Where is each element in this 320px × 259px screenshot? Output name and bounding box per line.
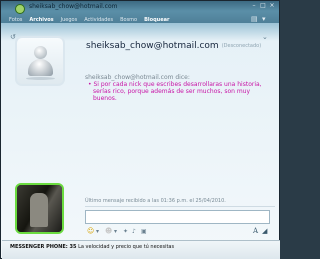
- user-icon-head: [34, 46, 47, 59]
- own-avatar[interactable]: [15, 183, 64, 234]
- contact-header: sheiksab_chow@hotmail.com (Desconectado): [86, 41, 261, 51]
- window-controls: – □ ×: [251, 3, 275, 9]
- smiley-dropdown-icon[interactable]: ▾: [96, 228, 103, 235]
- contact-email: sheiksab_chow@hotmail.com: [86, 41, 219, 51]
- ad-text[interactable]: MESSENGER PHONE: 35 La velocidad y preci…: [10, 244, 174, 250]
- user-icon: [28, 59, 53, 76]
- voice-icon[interactable]: ♪: [132, 228, 139, 235]
- smiley-icon[interactable]: ☺: [87, 228, 94, 235]
- wink-dropdown-icon[interactable]: ▾: [114, 228, 121, 235]
- ad-bar[interactable]: MESSENGER PHONE: 35 La velocidad y preci…: [2, 240, 280, 259]
- sender-line: sheiksab_chow@hotmail.com dice:: [85, 74, 190, 81]
- menu-right-icons: ▤ ▾: [251, 16, 269, 23]
- conversation-area: sheiksab_chow@hotmail.com dice: • Si por…: [85, 74, 271, 102]
- color-icon[interactable]: ◢: [262, 227, 270, 235]
- font-icon[interactable]: A: [253, 227, 260, 235]
- image-icon[interactable]: ▣: [141, 228, 148, 235]
- dropdown-icon[interactable]: ⌄: [262, 33, 270, 41]
- title-bar: sheiksab_chow@hotmail.com – □ ×: [1, 1, 279, 15]
- options-icon[interactable]: ▾: [262, 16, 269, 23]
- ad-number: 35: [69, 244, 77, 250]
- ad-prefix: MESSENGER PHONE:: [10, 244, 70, 250]
- contact-status: (Desconectado): [221, 43, 262, 49]
- menu-fotos[interactable]: Fotos: [9, 15, 22, 25]
- close-icon[interactable]: ×: [269, 3, 275, 9]
- contact-avatar[interactable]: [15, 36, 65, 86]
- ad-body: La velocidad y precio que tú necesitas: [76, 244, 175, 250]
- menu-juegos[interactable]: Juegos: [61, 15, 78, 25]
- layout-icon[interactable]: ▤: [251, 16, 258, 23]
- menu-bloquear[interactable]: Bloquear: [144, 15, 169, 25]
- menu-archivos[interactable]: Archivos: [29, 15, 53, 25]
- avatar-figure: [30, 193, 48, 227]
- nudge-icon[interactable]: ✦: [123, 228, 130, 235]
- messenger-icon: [15, 4, 25, 14]
- maximize-icon[interactable]: □: [260, 3, 266, 9]
- window-title: sheiksab_chow@hotmail.com: [29, 3, 118, 10]
- message-input[interactable]: [85, 210, 270, 224]
- last-message-info: Último mensaje recibido a las 01:36 p.m.…: [85, 198, 226, 204]
- menu-bar: Fotos Archivos Juegos Actividades Bosmo …: [9, 15, 169, 25]
- emoticon-bar: ☺ ▾ ☻ ▾ ✦ ♪ ▣ A ◢: [85, 226, 272, 237]
- menu-bosmo[interactable]: Bosmo: [120, 15, 137, 25]
- wink-icon[interactable]: ☻: [105, 228, 112, 235]
- chat-message: • Si por cada nick que escribes desarrol…: [88, 81, 262, 102]
- minimize-icon[interactable]: –: [251, 3, 257, 9]
- menu-actividades[interactable]: Actividades: [84, 15, 113, 25]
- chat-window: sheiksab_chow@hotmail.com – □ × Fotos Ar…: [0, 0, 280, 259]
- avatar-shadow: [26, 77, 55, 80]
